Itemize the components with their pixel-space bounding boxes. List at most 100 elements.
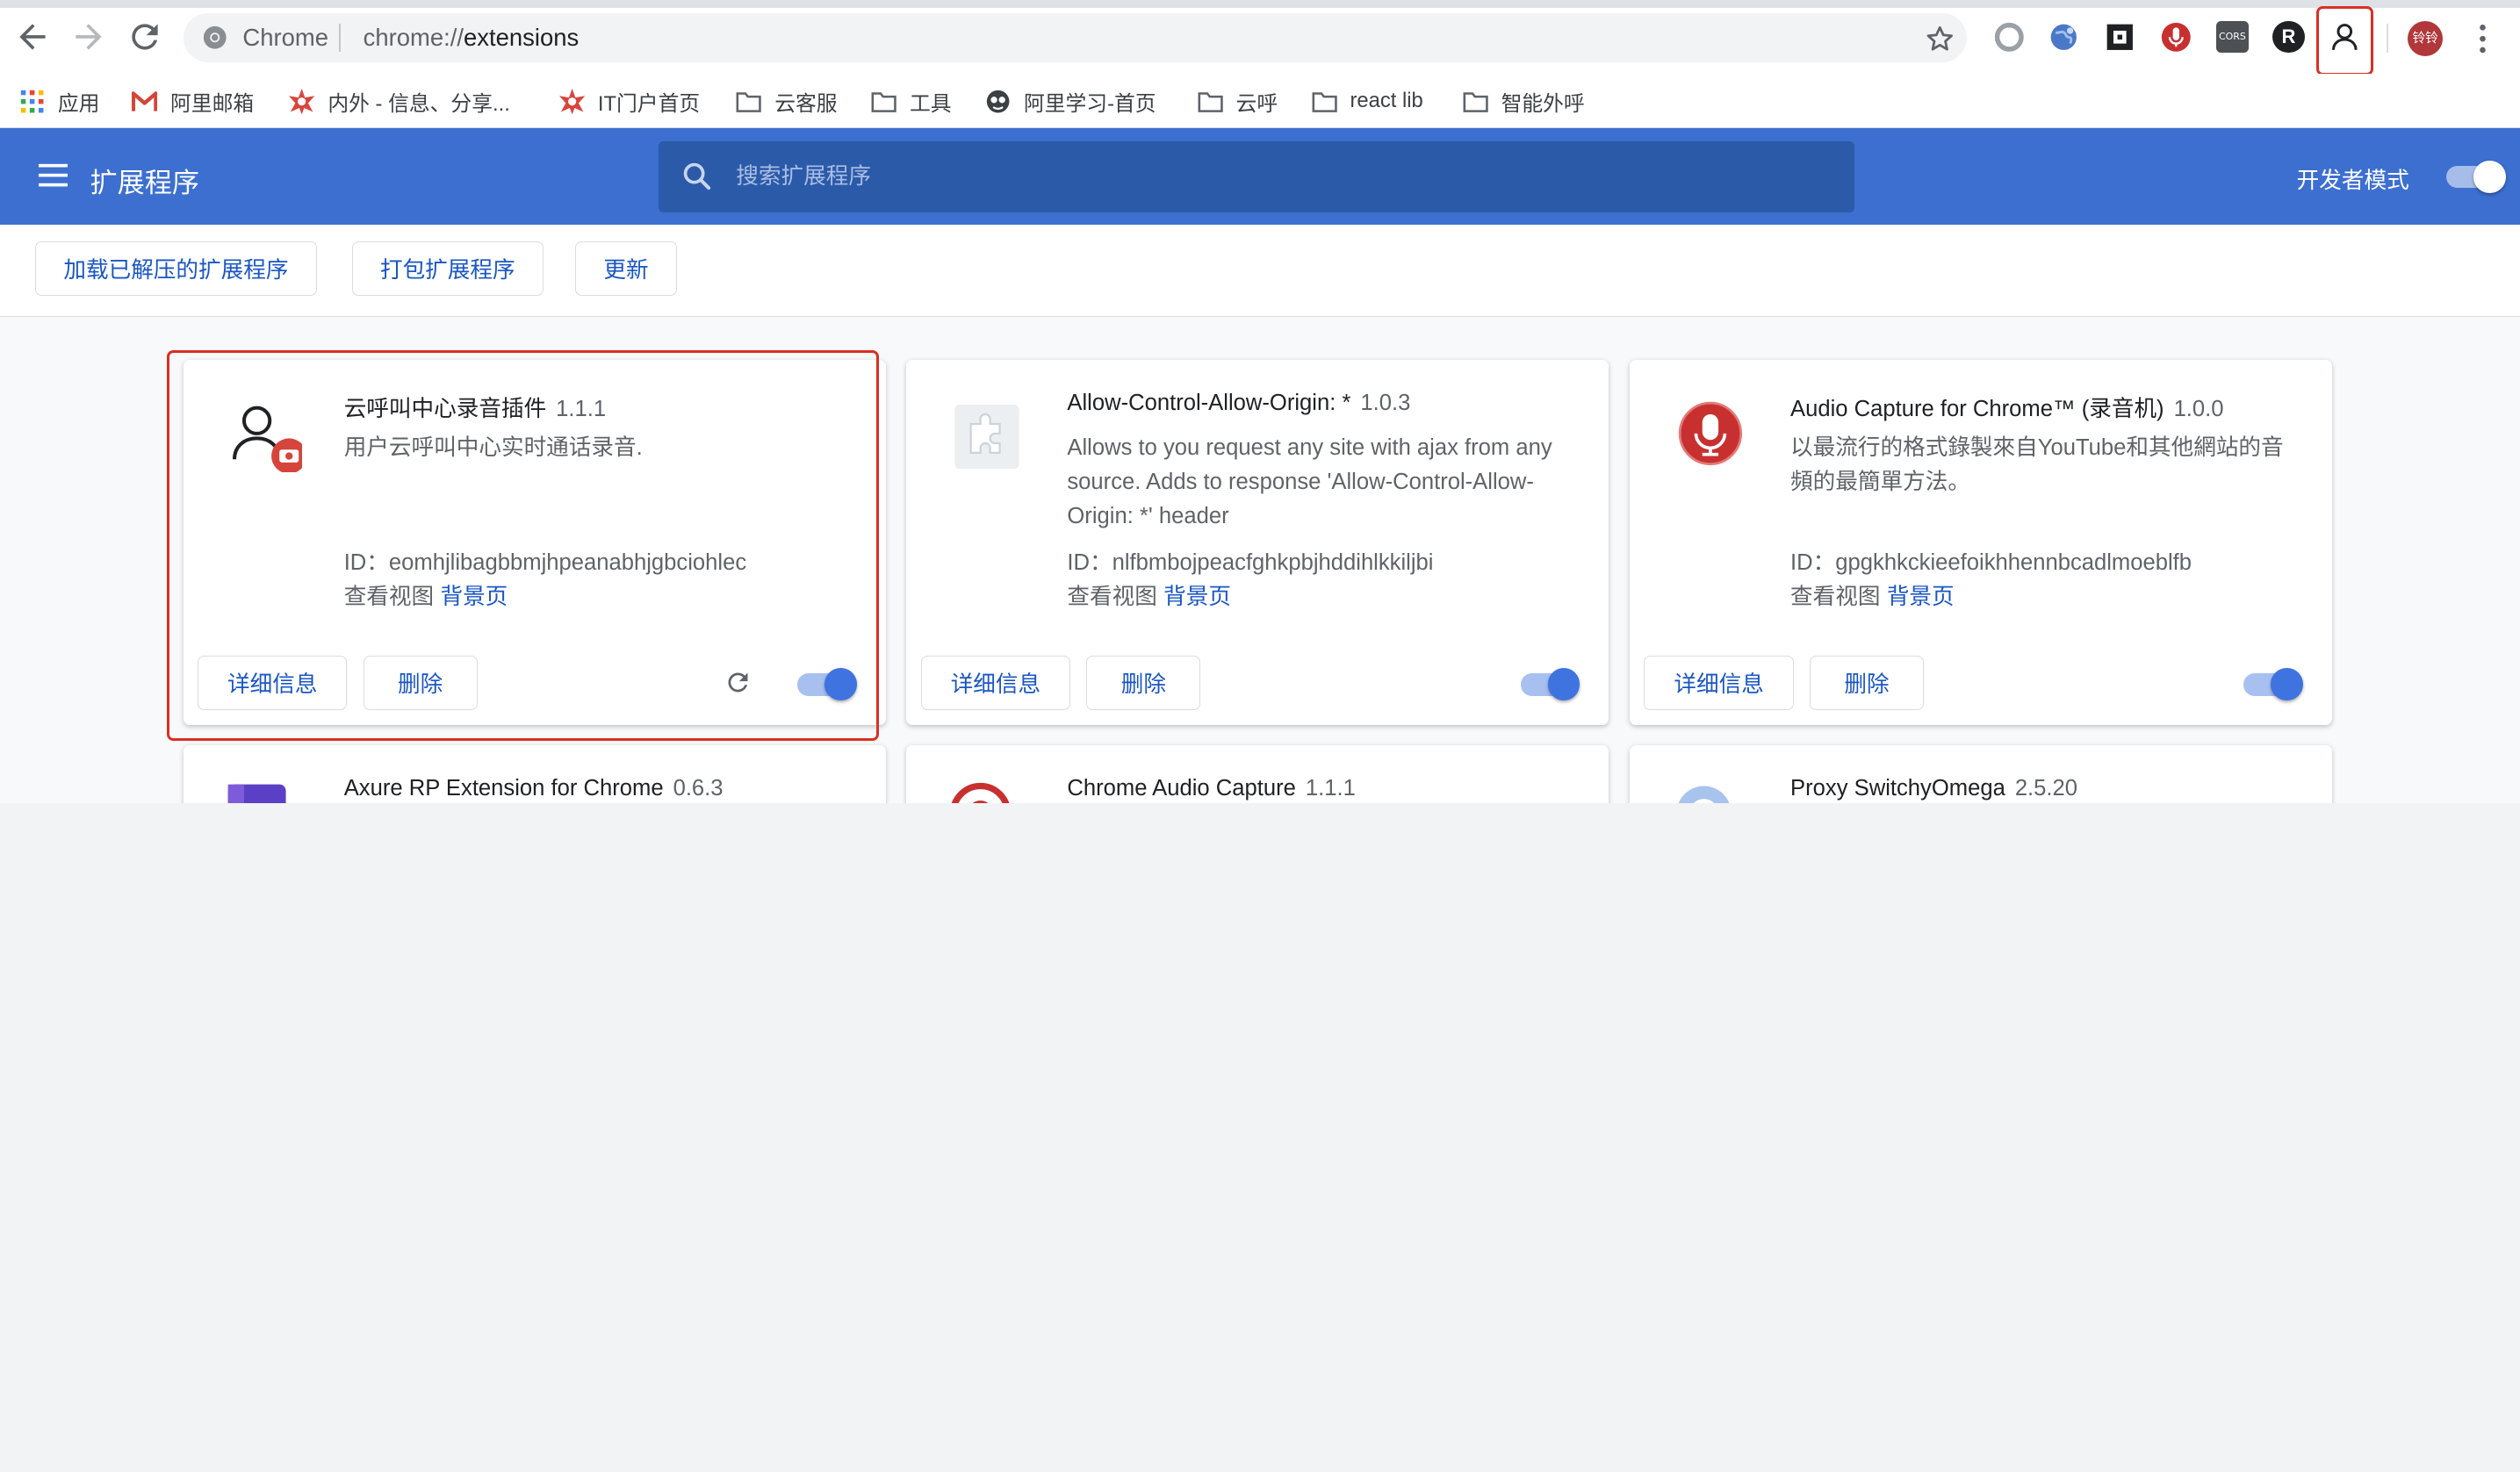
load-unpacked-button[interactable]: 加载已解压的扩展程序 — [35, 241, 317, 296]
id-prefix: ID： — [1067, 550, 1112, 576]
developer-mode-toggle[interactable] — [2445, 161, 2506, 193]
forward-arrow-icon[interactable] — [69, 18, 108, 56]
search-icon — [683, 162, 711, 190]
url-scheme: chrome:// — [363, 24, 464, 52]
bookmark-folder-tools[interactable]: 工具 — [871, 83, 952, 118]
extension-card: Audio Capture for Chrome™ (录音机) 1.0.0 以最流… — [1630, 360, 2332, 725]
folder-icon — [1198, 91, 1223, 112]
annotation-highlight-box — [2315, 6, 2374, 76]
extension-name: Chrome Audio Capture 1.1.1 — [1067, 776, 1355, 801]
bookmark-neiwai[interactable]: 内外 - 信息、分享... — [289, 83, 510, 118]
details-button[interactable]: 详细信息 — [1644, 655, 1794, 710]
site-label: Chrome — [242, 24, 328, 52]
bookmark-ali-mail[interactable]: 阿里邮箱 — [132, 83, 254, 118]
bookmark-label: 云呼 — [1235, 91, 1278, 116]
profile-avatar[interactable]: 铃铃 — [2407, 20, 2444, 57]
extension-name: Audio Capture for Chrome™ (录音机) 1.0.0 — [1790, 391, 2223, 423]
window-top-edge — [0, 0, 2520, 9]
square-extension-icon[interactable] — [2104, 21, 2136, 54]
red-record-icon — [951, 782, 1010, 804]
address-bar[interactable]: Chrome chrome://extensions — [183, 12, 1968, 63]
apps-grid-icon — [20, 90, 44, 113]
extension-enable-toggle[interactable] — [2243, 668, 2303, 701]
bookmarks-bar: 应用 阿里邮箱 内外 - 信息、分享... IT门户首页 云客服 工具 阿里学习… — [0, 74, 2520, 129]
mascot-icon — [986, 90, 1010, 113]
id-value: gpgkhkckieefoikhhennbcadlmoeblfb — [1835, 550, 2192, 576]
chrome-logo-icon — [203, 26, 227, 49]
folder-icon — [871, 91, 896, 112]
inspect-views: 查看视图 背景页 — [1067, 578, 1231, 611]
inspect-views: 查看视图 背景页 — [1790, 578, 1955, 611]
extensions-header: 扩展程序 开发者模式 — [0, 128, 2520, 226]
extension-version: 1.0.0 — [2173, 396, 2224, 421]
bookmark-label: 阿里邮箱 — [170, 91, 255, 116]
star-icon[interactable] — [1924, 23, 1956, 55]
extension-name: Axure RP Extension for Chrome 0.6.3 — [344, 776, 724, 801]
extension-name: Allow-Control-Allow-Origin: * 1.0.3 — [1067, 391, 1410, 416]
bookmark-apps[interactable]: 应用 — [19, 83, 99, 118]
cors-extension-icon[interactable]: CORS — [2216, 20, 2249, 54]
bookmark-label: react lib — [1350, 89, 1423, 113]
toggle-knob — [2271, 668, 2303, 701]
views-label: 查看视图 — [1790, 584, 1881, 609]
star-logo-icon — [558, 88, 586, 114]
extension-description: Allows to you request any site with ajax… — [1067, 434, 1552, 529]
bookmark-label: 智能外呼 — [1501, 91, 1585, 116]
remove-button[interactable]: 删除 — [1086, 655, 1201, 710]
extension-title: Allow-Control-Allow-Origin: * — [1067, 390, 1351, 415]
toolbar-divider — [2387, 24, 2388, 54]
extension-version: 2.5.20 — [2014, 776, 2078, 801]
mic-extension-icon[interactable] — [2160, 21, 2192, 54]
extension-version: 1.1.1 — [1305, 776, 1356, 801]
folder-icon — [736, 91, 762, 112]
bookmark-label: 内外 - 信息、分享... — [328, 91, 510, 116]
bookmark-ali-learning[interactable]: 阿里学习-首页 — [985, 83, 1156, 118]
remove-button[interactable]: 删除 — [1810, 655, 1924, 710]
toggle-knob — [2473, 161, 2506, 193]
axure-icon — [227, 784, 286, 804]
star-logo-icon — [289, 88, 315, 114]
extension-title: Chrome Audio Capture — [1067, 776, 1296, 801]
details-button[interactable]: 详细信息 — [920, 655, 1071, 710]
mail-icon — [132, 90, 158, 111]
search-box — [659, 141, 1855, 212]
pack-extension-button[interactable]: 打包扩展程序 — [351, 241, 544, 296]
extension-id: ID：nlfbmbojpeacfghkpbjhddihlkkiljbi — [1067, 544, 1433, 577]
extension-card: Proxy SwitchyOmega 2.5.20 — [1630, 745, 2332, 804]
blue-circle-icon — [1678, 786, 1730, 804]
views-label: 查看视图 — [1067, 584, 1157, 609]
r-extension-icon[interactable]: R — [2272, 20, 2305, 54]
back-arrow-icon[interactable] — [13, 18, 52, 56]
folder-icon — [1312, 91, 1337, 112]
extension-title: Proxy SwitchyOmega — [1790, 776, 2005, 801]
bookmark-label: 阿里学习-首页 — [1023, 91, 1156, 116]
id-prefix: ID： — [1790, 550, 1836, 576]
extension-enable-toggle[interactable] — [1520, 668, 1580, 701]
background-page-link[interactable]: 背景页 — [1887, 585, 1955, 609]
browser-toolbar: Chrome chrome://extensions CORS R 铃铃 — [0, 0, 2520, 76]
background-page-link[interactable]: 背景页 — [1163, 585, 1231, 609]
bookmark-folder-yunkefu[interactable]: 云客服 — [736, 83, 838, 118]
extension-description: 以最流行的格式錄製來自YouTube和其他網站的音頻的最簡單方法。 — [1790, 434, 2284, 494]
annotation-highlight-frame — [167, 350, 880, 741]
bookmark-label: IT门户首页 — [597, 91, 701, 116]
hamburger-menu-icon[interactable] — [38, 162, 68, 188]
bookmark-folder-yunhu[interactable]: 云呼 — [1198, 83, 1278, 118]
bookmark-folder-react-lib[interactable]: react lib — [1312, 83, 1423, 118]
chrome-window: Chrome chrome://extensions CORS R 铃铃 应用 … — [0, 0, 2520, 804]
extension-version: 0.6.3 — [673, 776, 724, 801]
update-button[interactable]: 更新 — [575, 241, 677, 296]
globe-extension-icon[interactable] — [2048, 21, 2080, 54]
folder-icon — [1463, 91, 1488, 112]
page-title: 扩展程序 — [90, 168, 199, 199]
extension-title: Audio Capture for Chrome™ (录音机) — [1790, 396, 2164, 421]
address-separator — [339, 24, 342, 52]
circle-extension-icon[interactable] — [1993, 21, 2026, 54]
bookmark-it-portal[interactable]: IT门户首页 — [558, 83, 701, 118]
url-text[interactable]: chrome://extensions — [364, 24, 580, 52]
more-menu-icon[interactable] — [2468, 21, 2497, 56]
extension-title: Axure RP Extension for Chrome — [343, 776, 664, 801]
reload-icon[interactable] — [126, 18, 164, 56]
bookmark-folder-smart-call[interactable]: 智能外呼 — [1463, 83, 1585, 118]
search-input[interactable] — [736, 141, 1829, 212]
